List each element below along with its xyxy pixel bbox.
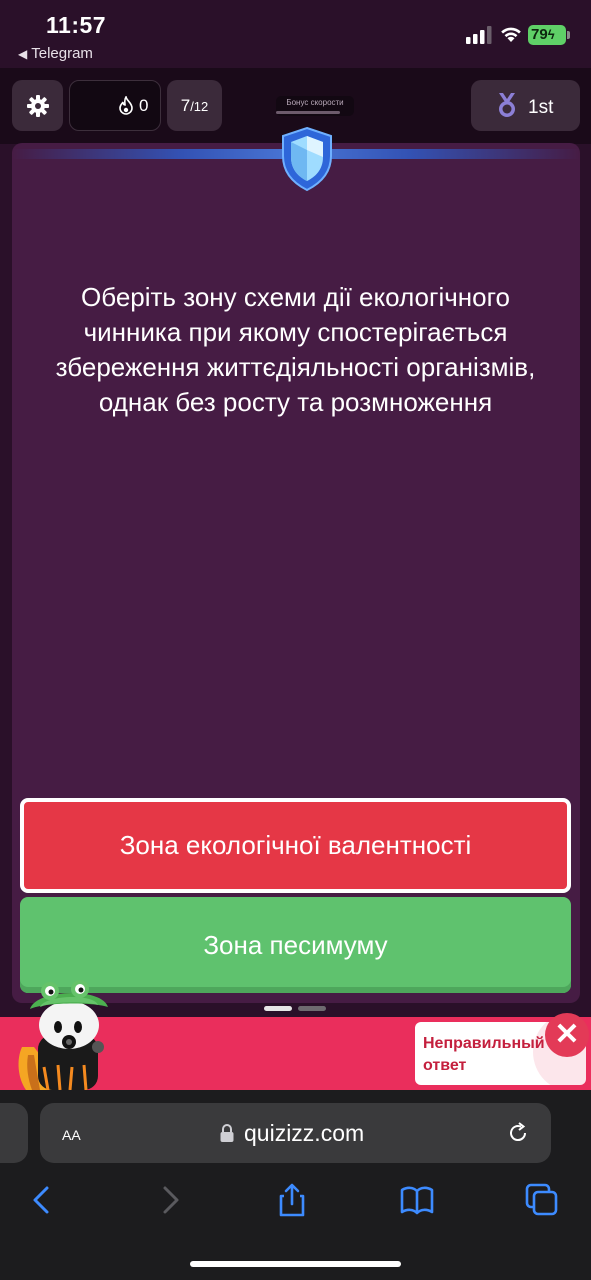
battery-indicator: 79ϟ xyxy=(528,25,566,45)
previous-tab-peek[interactable] xyxy=(0,1103,28,1163)
status-bar: 11:57 ◀ Telegram 79ϟ xyxy=(0,0,591,68)
feedback-text: Неправильный ответ xyxy=(423,1035,545,1074)
back-to-app-link[interactable]: ◀ Telegram xyxy=(18,45,93,62)
cellular-signal-icon xyxy=(466,26,492,44)
answer-option-1[interactable]: Зона екологічної валентності xyxy=(20,798,571,893)
medal-icon xyxy=(499,93,515,117)
gear-icon xyxy=(26,94,49,117)
wifi-icon xyxy=(501,27,521,42)
reader-settings-button[interactable]: AA xyxy=(62,1122,81,1146)
answer-option-label: Зона песимуму xyxy=(203,930,388,960)
page-dot-active xyxy=(264,1006,292,1011)
tabs-icon[interactable] xyxy=(524,1182,560,1218)
streak-counter: 0 xyxy=(69,80,161,131)
progress-total: /12 xyxy=(190,99,209,114)
progress-current: 7 xyxy=(180,96,191,115)
speed-bonus-bar xyxy=(276,111,340,114)
reload-icon[interactable] xyxy=(506,1121,530,1145)
share-icon[interactable] xyxy=(274,1182,310,1218)
battery-level: 79 xyxy=(531,26,548,43)
address-bar[interactable]: AA quizizz.com xyxy=(40,1103,551,1163)
page-dot xyxy=(298,1006,326,1011)
close-icon[interactable]: ✕ xyxy=(545,1013,589,1057)
rank-button[interactable]: 1st xyxy=(471,80,580,131)
aa-label: AA xyxy=(62,1127,81,1143)
back-triangle-icon: ◀ xyxy=(18,47,28,61)
screen: 11:57 ◀ Telegram 79ϟ 0 7/12 Бонус скорос… xyxy=(0,0,591,1280)
answer-option-label: Зона екологічної валентності xyxy=(119,830,472,860)
streak-count: 0 xyxy=(139,96,149,115)
settings-button[interactable] xyxy=(12,80,63,131)
frog-hat-mascot-image xyxy=(18,980,108,1090)
lock-icon xyxy=(220,1124,234,1142)
back-icon[interactable] xyxy=(24,1182,60,1218)
question-progress: 7/12 xyxy=(167,80,222,131)
question-text: Оберіть зону схеми дії екологічного чинн… xyxy=(55,282,536,417)
forward-icon[interactable] xyxy=(152,1182,188,1218)
fire-icon xyxy=(119,96,133,115)
url-text: quizizz.com xyxy=(244,1120,365,1146)
shield-powerup-icon xyxy=(282,126,332,192)
rank-label: 1st xyxy=(528,97,554,118)
battery-cap xyxy=(567,31,570,39)
status-time: 11:57 xyxy=(46,12,107,38)
bookmarks-icon[interactable] xyxy=(399,1182,435,1218)
speed-bonus-label: Бонус скорости xyxy=(286,98,344,107)
home-indicator xyxy=(190,1261,401,1267)
charging-bolt-icon: ϟ xyxy=(547,27,555,42)
speed-bonus-meter: Бонус скорости xyxy=(276,96,354,116)
back-app-label: Telegram xyxy=(31,45,93,62)
